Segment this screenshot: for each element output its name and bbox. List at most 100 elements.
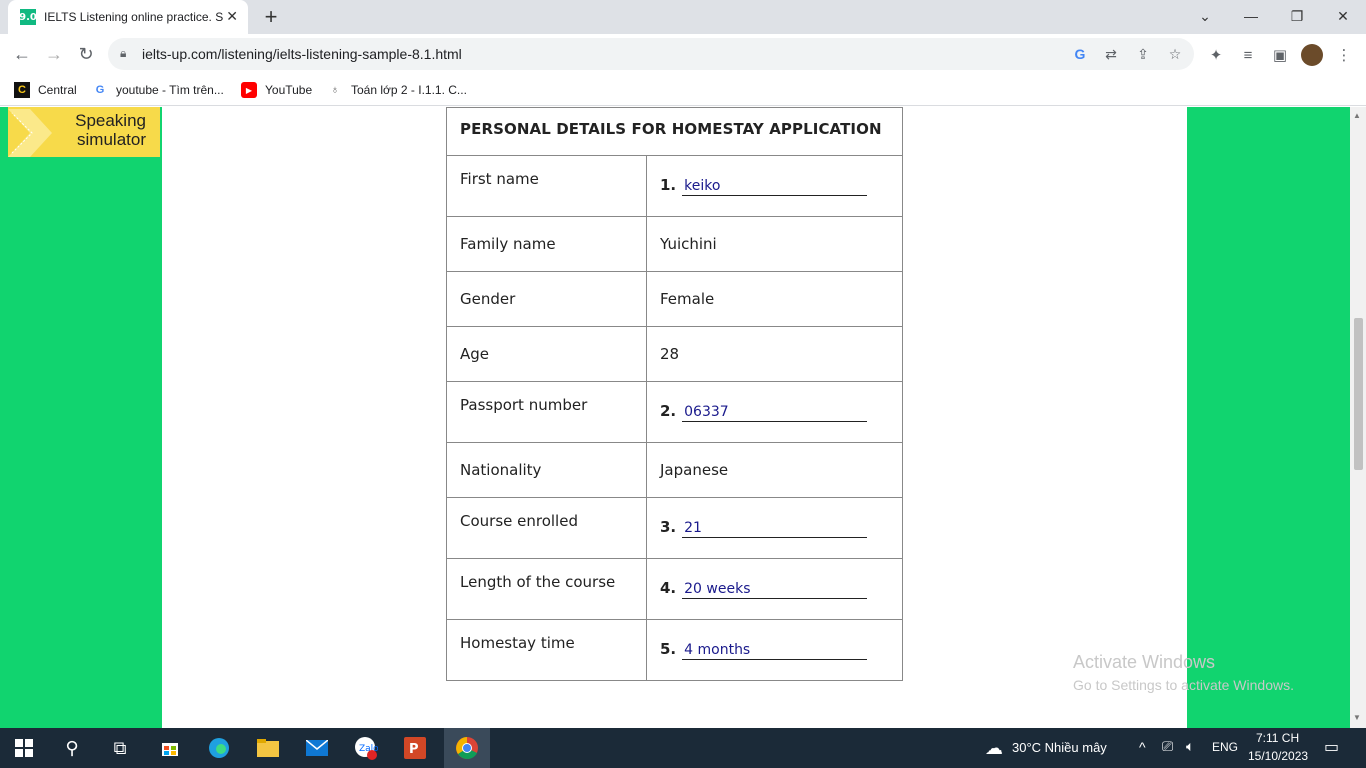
row-label: Length of the course: [446, 558, 647, 620]
table-row: Age 28: [446, 326, 903, 382]
central-icon: C: [14, 82, 30, 98]
tab-search-chevron-icon[interactable]: ⌄: [1185, 4, 1225, 28]
row-label: Course enrolled: [446, 497, 647, 559]
speaking-simulator-label: Speaking simulator: [75, 111, 146, 149]
windows-start-icon[interactable]: [10, 734, 38, 762]
row-label: Homestay time: [446, 619, 647, 681]
table-row: Nationality Japanese: [446, 442, 903, 498]
row-value: 3. 21: [646, 497, 903, 559]
translate-icon[interactable]: ⇄: [1101, 44, 1121, 64]
activate-windows-title: Activate Windows: [1073, 652, 1216, 672]
volume-icon[interactable]: 🔈︎: [1186, 738, 1194, 755]
show-hidden-icons-chevron-icon[interactable]: ^: [1139, 739, 1146, 755]
share-icon[interactable]: ⇪: [1133, 44, 1153, 64]
clock-date[interactable]: 15/10/2023: [1248, 749, 1308, 763]
tab-strip: 9.0 IELTS Listening online practice. S ✕…: [0, 0, 1366, 34]
row-value: 5. 4 months: [646, 619, 903, 681]
zalo-icon[interactable]: Zalo: [352, 734, 380, 762]
notification-icon[interactable]: ▭: [1324, 737, 1339, 757]
speaking-label-line1: Speaking: [75, 111, 146, 130]
scroll-down-arrow-icon[interactable]: ▼: [1353, 713, 1361, 722]
answer-input-1[interactable]: keiko: [682, 178, 868, 196]
bookmark-youtube[interactable]: ▶ YouTube: [241, 82, 312, 98]
url-text: ielts-up.com/listening/ielts-listening-s…: [142, 46, 462, 62]
minimize-button[interactable]: —: [1231, 4, 1271, 28]
row-label: Age: [446, 326, 647, 382]
page-scrollbar[interactable]: ▲ ▼: [1350, 107, 1366, 728]
question-number: 3.: [660, 518, 677, 536]
bookmark-label: youtube - Tìm trên...: [116, 83, 224, 97]
close-tab-icon[interactable]: ✕: [226, 8, 238, 25]
row-value: Japanese: [646, 442, 903, 498]
browser-tab[interactable]: 9.0 IELTS Listening online practice. S ✕: [8, 0, 248, 34]
scroll-up-arrow-icon[interactable]: ▲: [1353, 111, 1361, 120]
side-panel-icon[interactable]: ▣: [1270, 46, 1290, 66]
answer-input-5[interactable]: 4 months: [682, 642, 868, 660]
question-number: 2.: [660, 402, 677, 420]
table-row: Length of the course 4. 20 weeks: [446, 558, 903, 620]
task-view-icon[interactable]: ⧉: [106, 734, 134, 762]
edge-icon[interactable]: [205, 734, 233, 762]
youtube-icon: ▶: [241, 82, 257, 98]
row-value: 4. 20 weeks: [646, 558, 903, 620]
question-number: 1.: [660, 176, 677, 194]
math-icon: ♁: [330, 84, 340, 96]
table-row: First name 1. keiko: [446, 155, 903, 217]
language-indicator[interactable]: ENG: [1212, 740, 1238, 754]
bookmark-star-icon[interactable]: ☆: [1165, 44, 1185, 64]
back-button[interactable]: ←: [10, 42, 34, 66]
row-value: 28: [646, 326, 903, 382]
reload-button[interactable]: ↻: [74, 42, 98, 66]
scrollbar-thumb[interactable]: [1354, 318, 1363, 470]
address-bar[interactable]: 🔒︎ ielts-up.com/listening/ielts-listenin…: [108, 38, 1194, 70]
bookmark-central[interactable]: C Central: [14, 82, 77, 98]
left-green-panel: Speaking simulator: [0, 107, 162, 728]
row-label: First name: [446, 155, 647, 217]
svg-text:P: P: [409, 742, 419, 757]
page-viewport: Speaking simulator PERSONAL DETAILS FOR …: [0, 107, 1350, 728]
ielts-favicon-icon: 9.0: [19, 9, 37, 25]
lock-icon[interactable]: 🔒︎: [120, 46, 126, 61]
homestay-form-table: PERSONAL DETAILS FOR HOMESTAY APPLICATIO…: [446, 107, 903, 681]
row-value: 2. 06337: [646, 381, 903, 443]
table-row: Passport number 2. 06337: [446, 381, 903, 443]
row-label: Passport number: [446, 381, 647, 443]
table-row: Homestay time 5. 4 months: [446, 619, 903, 681]
table-row: Gender Female: [446, 271, 903, 327]
powerpoint-icon[interactable]: P: [401, 734, 429, 762]
store-icon[interactable]: [156, 734, 184, 762]
menu-kebab-icon[interactable]: ⋮: [1334, 46, 1354, 66]
row-label: Gender: [446, 271, 647, 327]
clock-time[interactable]: 7:11 CH: [1256, 731, 1299, 745]
navigation-bar: ← → ↻ 🔒︎ ielts-up.com/listening/ielts-li…: [0, 34, 1366, 74]
answer-input-4[interactable]: 20 weeks: [682, 581, 868, 599]
new-tab-button[interactable]: +: [258, 4, 284, 30]
bookmark-label: Toán lớp 2 - I.1.1. C...: [351, 83, 467, 97]
bookmark-label: Central: [38, 83, 77, 97]
extensions-icon[interactable]: ✦: [1206, 46, 1226, 66]
speaking-simulator-banner[interactable]: Speaking simulator: [8, 107, 160, 157]
row-value: 1. keiko: [646, 155, 903, 217]
media-control-icon[interactable]: ≡: [1238, 46, 1258, 66]
row-value: Female: [646, 271, 903, 327]
answer-input-3[interactable]: 21: [682, 520, 868, 538]
profile-avatar[interactable]: [1301, 44, 1323, 66]
bookmark-youtube-search[interactable]: G youtube - Tìm trên...: [92, 82, 224, 98]
close-window-button[interactable]: ✕: [1323, 4, 1363, 28]
weather-text[interactable]: 30°C Nhiều mây: [1012, 740, 1107, 755]
weather-cloud-icon[interactable]: ☁: [980, 734, 1008, 762]
forward-button[interactable]: →: [42, 42, 66, 66]
question-number: 4.: [660, 579, 677, 597]
answer-input-2[interactable]: 06337: [682, 404, 868, 422]
search-icon[interactable]: ⚲: [58, 734, 86, 762]
windows-taskbar: ⚲ ⧉ Zalo P ☁ 30°C Nhiều mây ^ ⎚ 🔈︎ ENG 7…: [0, 728, 1366, 768]
google-lens-icon[interactable]: G: [1070, 44, 1090, 64]
chrome-icon[interactable]: [444, 728, 490, 768]
tab-title: IELTS Listening online practice. S: [44, 10, 224, 24]
mail-icon[interactable]: [303, 734, 331, 762]
restore-button[interactable]: ❐: [1277, 4, 1317, 28]
bookmark-math[interactable]: ♁ Toán lớp 2 - I.1.1. C...: [327, 82, 467, 98]
file-explorer-icon[interactable]: [254, 734, 282, 762]
network-icon[interactable]: ⎚: [1162, 738, 1173, 755]
form-title: PERSONAL DETAILS FOR HOMESTAY APPLICATIO…: [446, 107, 903, 156]
